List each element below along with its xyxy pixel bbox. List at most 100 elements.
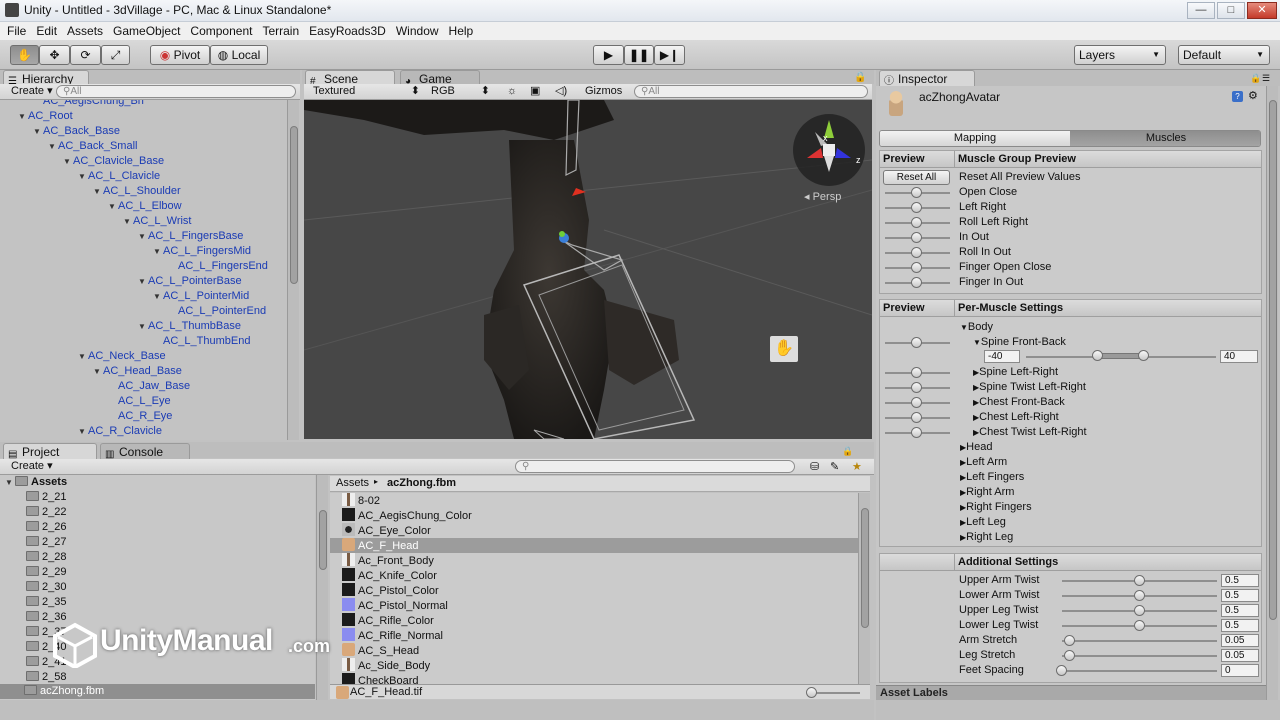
preview-slider-knob[interactable] (911, 397, 922, 408)
folder-item[interactable]: 2_26 (26, 520, 66, 535)
additional-setting-slider[interactable] (1062, 640, 1217, 642)
muscle-row[interactable]: ▶Chest Left-Right (973, 410, 1059, 425)
additional-setting-value[interactable]: 0.5 (1221, 604, 1259, 617)
rotate-tool-button[interactable]: ⟳ (70, 45, 101, 65)
asset-list-scrollbar[interactable] (858, 493, 870, 684)
menu-assets[interactable]: Assets (67, 22, 103, 40)
expand-arrow-icon[interactable]: ▼ (63, 154, 73, 169)
preview-slider-knob[interactable] (911, 262, 922, 273)
expand-arrow-icon[interactable]: ▼ (153, 244, 163, 259)
inspector-scrollbar[interactable] (1266, 86, 1278, 700)
range-max-knob[interactable] (1138, 350, 1149, 361)
asset-item[interactable]: AC_Rifle_Normal (330, 628, 858, 643)
hierarchy-item[interactable]: ▼ AC_Clavicle_Base (63, 154, 164, 169)
menu-gameobject[interactable]: GameObject (113, 22, 180, 40)
hierarchy-item[interactable]: AC_L_ThumbEnd (153, 334, 250, 349)
filter-label-icon[interactable]: ✎ (830, 460, 839, 473)
lighting-toggle[interactable]: ☼ (504, 85, 517, 99)
expand-arrow-icon[interactable]: ▼ (78, 169, 88, 184)
scrollbar-thumb[interactable] (290, 126, 298, 284)
hierarchy-item[interactable]: ▼ AC_L_Wrist (123, 214, 191, 229)
muscle-group-item[interactable]: ▶Left Fingers (960, 470, 1024, 485)
menu-file[interactable]: File (7, 22, 26, 40)
preview-slider-knob[interactable] (911, 412, 922, 423)
expand-arrow-icon[interactable]: ▼ (138, 229, 148, 244)
scrollbar-thumb[interactable] (1269, 100, 1277, 620)
additional-setting-value[interactable]: 0.05 (1221, 634, 1259, 647)
image-toggle[interactable]: ▣ (527, 85, 540, 99)
additional-setting-value[interactable]: 0 (1221, 664, 1259, 677)
hierarchy-item[interactable]: AC_R_Eye (108, 409, 172, 424)
muscle-row[interactable]: ▶Chest Front-Back (973, 395, 1065, 410)
perspective-label[interactable]: ◂ Persp (804, 190, 841, 203)
move-tool-button[interactable]: ✥ (39, 45, 70, 65)
breadcrumb-assets[interactable]: Assets (336, 477, 369, 489)
breadcrumb-folder[interactable]: acZhong.fbm (387, 477, 456, 489)
muscle-group-item[interactable]: ▶Right Fingers (960, 500, 1032, 515)
preview-slider-knob[interactable] (911, 247, 922, 258)
asset-item[interactable]: AC_S_Head (330, 643, 858, 658)
hierarchy-item[interactable]: ▼ AC_L_Elbow (108, 199, 182, 214)
hierarchy-item[interactable]: ▼ AC_L_PointerBase (138, 274, 242, 289)
hierarchy-item[interactable]: ▼ AC_Root (18, 109, 73, 124)
tab-project[interactable]: ▤ Project (3, 443, 97, 460)
slider-knob[interactable] (806, 687, 817, 698)
additional-setting-value[interactable]: 0.5 (1221, 574, 1259, 587)
folder-item[interactable]: 2_28 (26, 550, 66, 565)
favorite-star-icon[interactable]: ★ (852, 460, 862, 473)
expand-arrow-icon[interactable]: ▼ (18, 109, 28, 124)
range-max-field[interactable]: 40 (1220, 350, 1258, 363)
pivot-toggle[interactable]: ◉ Pivot (150, 45, 210, 65)
scene-viewport[interactable]: x z ◂ Persp ✋ (304, 100, 872, 439)
asset-item[interactable]: Ac_Front_Body (330, 553, 858, 568)
additional-setting-knob[interactable] (1056, 665, 1067, 676)
preview-slider-knob[interactable] (911, 367, 922, 378)
expand-arrow-icon[interactable]: ▼ (33, 124, 43, 139)
menu-edit[interactable]: Edit (36, 22, 57, 40)
layers-dropdown[interactable]: Layers ▼ (1074, 45, 1166, 65)
scrollbar-thumb[interactable] (861, 508, 869, 628)
preview-slider-knob[interactable] (911, 232, 922, 243)
hand-tool-button[interactable]: ✋ (10, 45, 39, 65)
asset-item[interactable]: AC_Pistol_Color (330, 583, 858, 598)
scale-tool-button[interactable]: ⤢ (101, 45, 130, 65)
hierarchy-item[interactable]: ▼ AC_Neck_Base (78, 349, 166, 364)
additional-setting-slider[interactable] (1062, 670, 1217, 672)
local-toggle[interactable]: ◍ Local (210, 45, 268, 65)
tab-mapping[interactable]: Mapping (880, 131, 1070, 146)
hierarchy-item[interactable]: ▼ AC_L_Clavicle (78, 169, 160, 184)
gizmos-dropdown[interactable]: Gizmos ▾ (582, 85, 628, 110)
layout-dropdown[interactable]: Default ▼ (1178, 45, 1270, 65)
panel-menu-icon[interactable]: ☰ (1262, 73, 1270, 84)
muscle-group-item[interactable]: ▶Left Leg (960, 515, 1006, 530)
preview-slider-knob[interactable] (911, 202, 922, 213)
spine-front-back-row[interactable]: ▼Spine Front-Back (973, 335, 1066, 350)
menu-component[interactable]: Component (190, 22, 252, 40)
menu-terrain[interactable]: Terrain (262, 22, 299, 40)
hierarchy-item[interactable]: ▼ AC_R_Clavicle (78, 424, 162, 439)
range-min-field[interactable]: -40 (984, 350, 1020, 363)
asset-item[interactable]: AC_Eye_Color (330, 523, 858, 538)
preview-slider-knob[interactable] (911, 187, 922, 198)
filter-type-icon[interactable]: ⛁ (810, 460, 819, 473)
range-min-knob[interactable] (1092, 350, 1103, 361)
additional-setting-knob[interactable] (1134, 590, 1145, 601)
menu-window[interactable]: Window (396, 22, 439, 40)
muscle-row[interactable]: ▶Chest Twist Left-Right (973, 425, 1087, 440)
tab-inspector[interactable]: ⓘ Inspector (879, 70, 975, 87)
menu-easyroads3d[interactable]: EasyRoads3D (309, 22, 386, 40)
asset-item[interactable]: AC_Pistol_Normal (330, 598, 858, 613)
folder-item[interactable]: 2_21 (26, 490, 66, 505)
additional-setting-value[interactable]: 0.5 (1221, 619, 1259, 632)
additional-setting-knob[interactable] (1064, 635, 1075, 646)
hierarchy-scrollbar[interactable] (287, 100, 299, 440)
menu-help[interactable]: Help (449, 22, 474, 40)
pause-button[interactable]: ❚❚ (624, 45, 654, 65)
muscle-row[interactable]: ▶Spine Twist Left-Right (973, 380, 1086, 395)
orientation-gizmo[interactable] (793, 114, 865, 186)
folder-item[interactable]: 2_30 (26, 580, 66, 595)
expand-arrow-icon[interactable]: ▼ (108, 199, 118, 214)
hierarchy-item[interactable]: ▼ AC_Back_Base (33, 124, 120, 139)
additional-setting-knob[interactable] (1134, 620, 1145, 631)
folder-item[interactable]: 2_35 (26, 595, 66, 610)
